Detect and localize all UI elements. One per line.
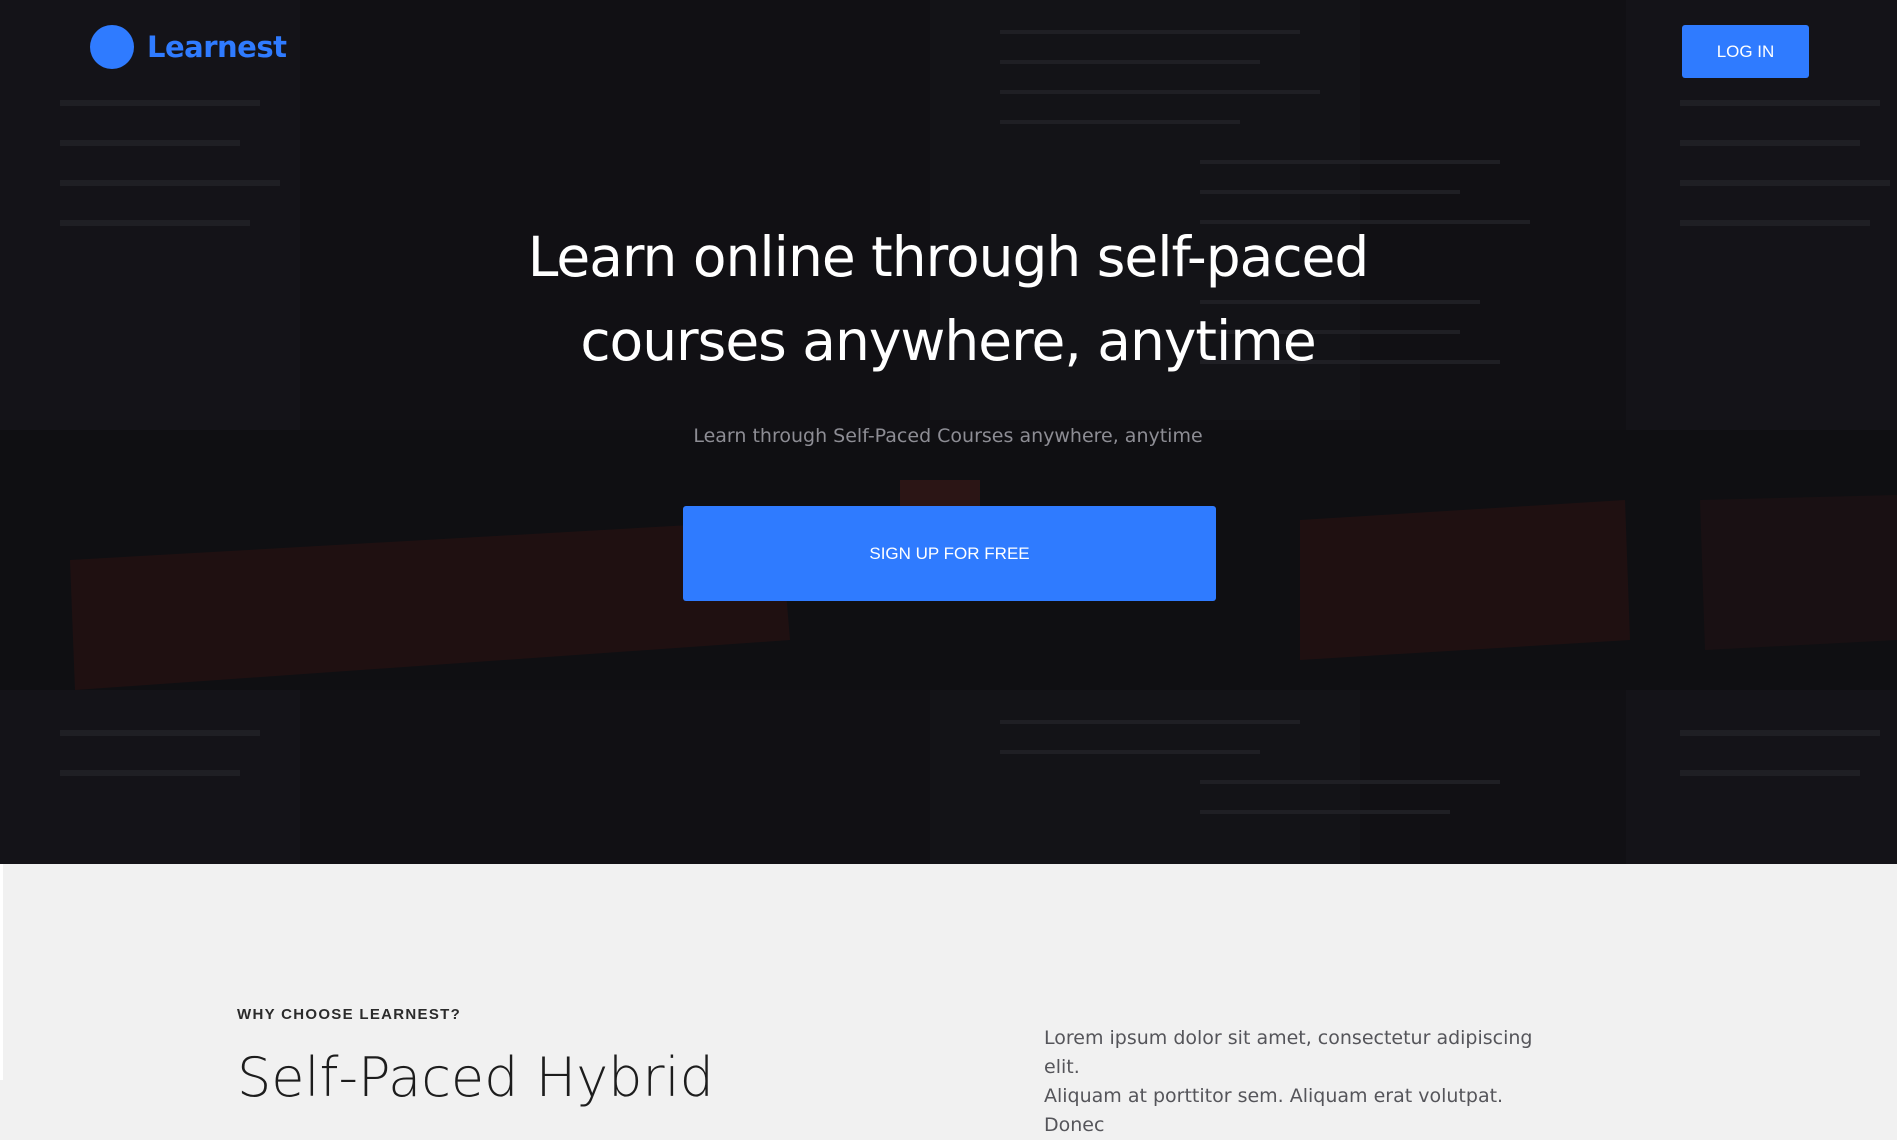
section-body-text: Lorem ipsum dolor sit amet, consectetur …: [1044, 1024, 1564, 1140]
why-section: WHY CHOOSE LEARNEST? Self-Paced Hybrid L…: [0, 864, 1897, 1136]
brand-name: Learnest: [147, 30, 287, 64]
hero-subtitle: Learn through Self-Paced Courses anywher…: [693, 425, 1203, 447]
brand-logo[interactable]: Learnest: [90, 25, 287, 69]
section-eyebrow: WHY CHOOSE LEARNEST?: [237, 1006, 462, 1023]
hero-title-line-1: Learn online through self-paced: [527, 225, 1370, 289]
body-line-2: Aliquam at porttitor sem. Aliquam erat v…: [1044, 1085, 1504, 1136]
hero-title: Learn online through self-paced courses …: [448, 215, 1448, 383]
signup-button[interactable]: SIGN UP FOR FREE: [683, 506, 1216, 601]
body-line-1: Lorem ipsum dolor sit amet, consectetur …: [1044, 1027, 1533, 1078]
hero-title-line-2: courses anywhere, anytime: [580, 309, 1316, 373]
section-heading: Self-Paced Hybrid: [237, 1046, 714, 1109]
hero-section: Learnest LOG IN Learn online through sel…: [0, 0, 1897, 864]
login-button[interactable]: LOG IN: [1682, 25, 1809, 78]
circle-logo-icon: [90, 25, 134, 69]
